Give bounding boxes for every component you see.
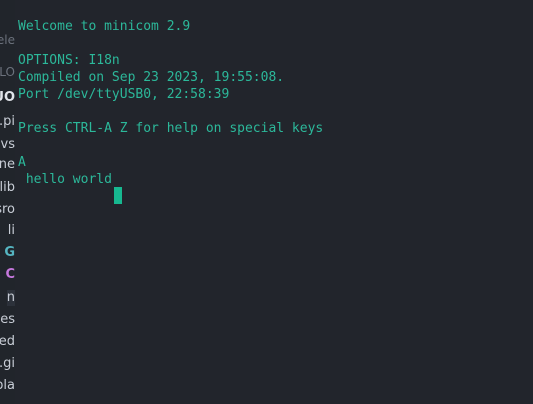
sidebar-item[interactable]: .vs xyxy=(0,137,15,153)
sidebar-file-icon[interactable]: C xyxy=(5,267,15,283)
sidebar-item[interactable]: .pi xyxy=(0,114,15,130)
editor-sidebar-background: ele PLO UO .pi .vs ine lib sro li G C n … xyxy=(0,0,15,404)
sidebar-text-fragment: ele xyxy=(0,33,15,47)
sidebar-item[interactable]: pla xyxy=(0,378,15,394)
terminal-line: hello world xyxy=(18,172,112,187)
sidebar-item[interactable]: lib xyxy=(0,180,15,196)
terminal-line: Press CTRL-A Z for help on special keys xyxy=(18,121,324,136)
sidebar-item[interactable]: tes xyxy=(0,312,15,328)
sidebar-item[interactable]: li xyxy=(8,223,15,239)
sidebar-item[interactable]: ine xyxy=(0,157,15,173)
sidebar-item[interactable]: .gi xyxy=(0,356,15,372)
sidebar-file-icon[interactable]: G xyxy=(4,245,15,261)
terminal-window[interactable]: Welcome to minicom 2.9 OPTIONS: I18n Com… xyxy=(15,0,533,404)
terminal-line: OPTIONS: I18n xyxy=(18,53,120,68)
terminal-line: Compiled on Sep 23 2023, 19:55:08. xyxy=(18,70,285,85)
terminal-line: Port /dev/ttyUSB0, 22:58:39 xyxy=(18,87,230,102)
terminal-cursor xyxy=(114,187,122,204)
sidebar-item[interactable]: n xyxy=(6,290,15,306)
sidebar-item[interactable]: .ed xyxy=(0,334,15,350)
terminal-line: Welcome to minicom 2.9 xyxy=(18,19,191,34)
sidebar-item[interactable]: sro xyxy=(0,202,15,218)
sidebar-item[interactable]: UO xyxy=(0,90,15,106)
terminal-line: A xyxy=(18,155,26,170)
sidebar-section-header[interactable]: PLO xyxy=(0,64,15,80)
